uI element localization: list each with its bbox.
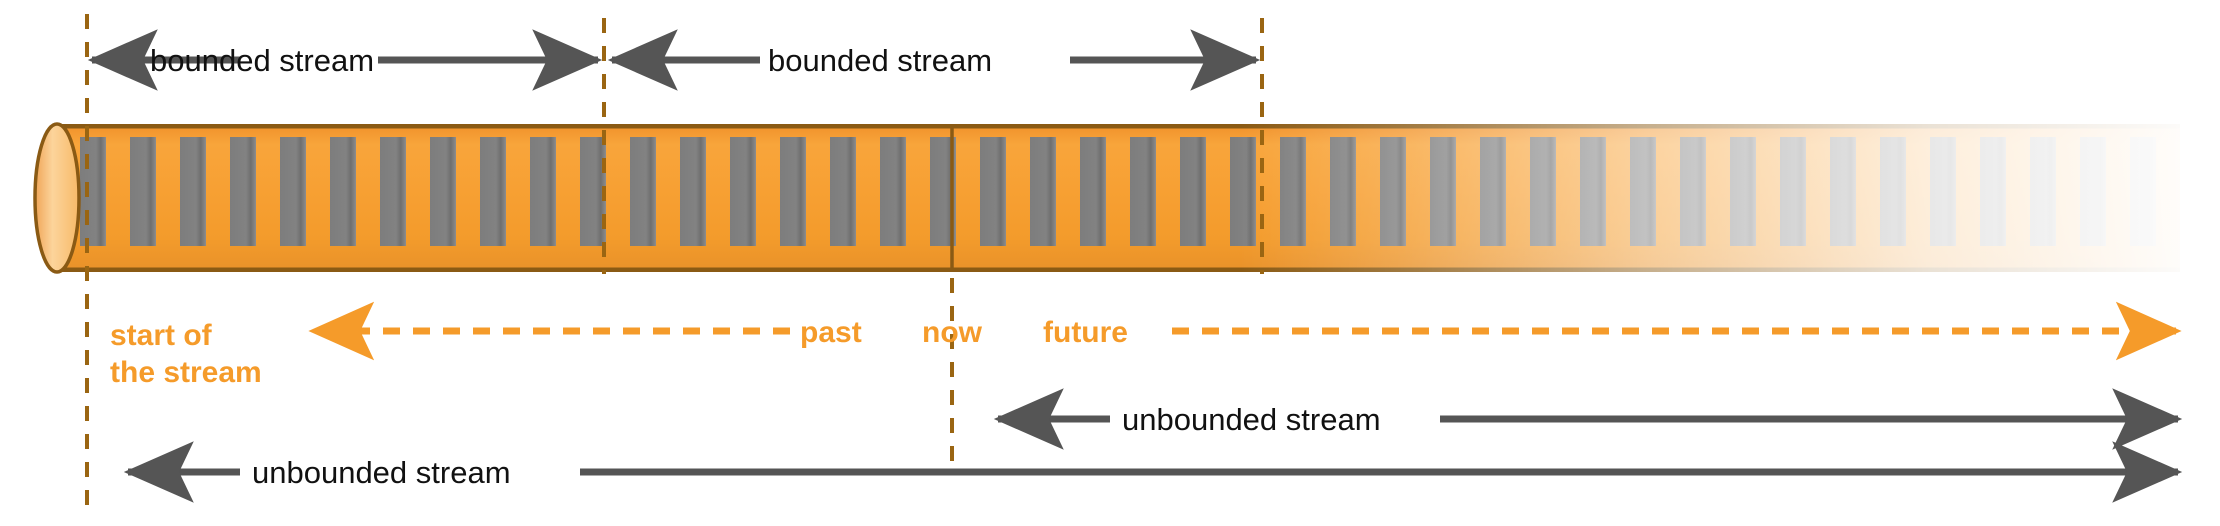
unbounded-stream-label-2: unbounded stream — [252, 455, 511, 490]
pipe-end-cap — [33, 122, 81, 274]
start-of-stream-label-line1: start of — [110, 319, 212, 352]
future-label: future — [1043, 316, 1128, 349]
bounded-stream-label-1: bounded stream — [150, 43, 375, 78]
start-of-stream-label: start of the stream — [110, 318, 262, 391]
now-label: now — [922, 316, 982, 349]
stream-diagram: bounded stream bounded stream start of t… — [0, 0, 2220, 526]
diagram-canvas — [33, 14, 2220, 512]
past-label: past — [800, 316, 862, 349]
unbounded-stream-label-1: unbounded stream — [1122, 402, 1381, 437]
bounded-stream-label-2: bounded stream — [768, 43, 993, 78]
stream-pipe — [33, 118, 2220, 280]
pipe-fade-overlay — [1240, 118, 2220, 280]
start-of-stream-label-line2: the stream — [110, 355, 262, 389]
